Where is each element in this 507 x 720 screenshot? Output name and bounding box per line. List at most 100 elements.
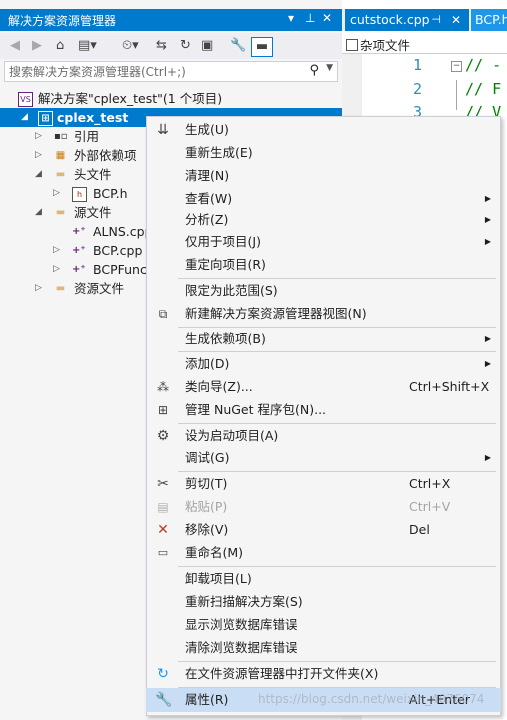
menu-item-remove[interactable]: ✕ 移除(V) Del (147, 519, 500, 541)
collapse-arrow-icon[interactable]: ▷ (53, 241, 60, 260)
code-line[interactable]: // - (465, 56, 501, 74)
menu-item-label: 粘贴(P) (185, 499, 228, 514)
tab-bcp-h[interactable]: BCP.h (471, 9, 507, 31)
cpp-file-icon: +⁺ (72, 226, 86, 237)
menu-item-label: 类向导(Z)... (185, 379, 253, 394)
watermark: https://blog.csdn.net/weixin_4076074 (258, 692, 485, 706)
menu-item-build[interactable]: ⇊ 生成(U) (147, 119, 500, 141)
panel-title: 解决方案资源管理器 (8, 14, 117, 28)
cpp-file-icon: +⁺ (72, 264, 86, 275)
menu-item-show-browse-errors[interactable]: 显示浏览数据库错误 (147, 614, 500, 636)
dropdown-icon[interactable]: ▾ (288, 11, 294, 25)
menu-item-label: 重新生成(E) (185, 145, 253, 160)
expand-arrow-icon[interactable]: ◢ (21, 108, 28, 127)
nuget-icon: ⊞ (157, 403, 169, 417)
remove-icon: ✕ (157, 522, 169, 538)
menu-item-label: 设为启动项目(A) (185, 428, 279, 443)
menu-item-class-wizard[interactable]: ⁂ 类向导(Z)... Ctrl+Shift+X (147, 376, 500, 398)
tab-label: BCP.h (475, 12, 507, 27)
menu-item-label: 属性(R) (185, 692, 229, 707)
fold-toggle-icon[interactable]: − (451, 61, 462, 72)
collapse-arrow-icon[interactable]: ▷ (53, 260, 60, 279)
menu-item-label: 重新扫描解决方案(S) (185, 594, 303, 609)
pending-changes-icon[interactable]: ⏲▾ (122, 37, 139, 55)
collapse-arrow-icon[interactable]: ▷ (35, 127, 42, 146)
menu-item-debug[interactable]: 调试(G) ▶ (147, 447, 500, 469)
menu-separator (178, 471, 496, 472)
tree-item-solution[interactable]: VS 解决方案"cplex_test"(1 个项目) (0, 89, 342, 108)
close-icon[interactable]: ✕ (451, 9, 461, 31)
menu-item-label: 重定向项目(R) (185, 257, 266, 272)
folder-icon: ▬ (55, 283, 66, 294)
tab-label: cutstock.cpp (350, 12, 430, 27)
solution-icon: VS (18, 92, 33, 107)
close-icon[interactable]: ✕ (322, 11, 332, 25)
properties-wrench-icon[interactable]: 🔧 (230, 37, 246, 55)
menu-item-unload[interactable]: 卸载项目(L) (147, 568, 500, 590)
menu-item-clean[interactable]: 清理(N) (147, 165, 500, 187)
menu-item-retarget[interactable]: 重定向项目(R) (147, 254, 500, 276)
header-file-icon: h (72, 187, 87, 202)
tree-item-label: 源文件 (74, 205, 112, 220)
menu-item-project-only[interactable]: 仅用于项目(J) ▶ (147, 231, 500, 253)
tree-item-label: BCP.cpp (93, 243, 143, 258)
menu-item-cut[interactable]: ✂ 剪切(T) Ctrl+X (147, 473, 500, 495)
back-icon[interactable]: ◀ (10, 37, 20, 55)
expand-arrow-icon[interactable]: ◢ (35, 203, 42, 222)
forward-icon[interactable]: ▶ (32, 37, 42, 55)
collapse-all-icon[interactable]: ▣ (201, 37, 213, 55)
code-line[interactable]: // F (465, 80, 501, 98)
menu-item-label: 查看(W) (185, 191, 233, 206)
menu-separator (178, 423, 496, 424)
fold-guide (456, 80, 457, 110)
menu-item-nuget[interactable]: ⊞ 管理 NuGet 程序包(N)... (147, 399, 500, 421)
sync-icon[interactable]: ⇆ (156, 37, 167, 55)
menu-item-add[interactable]: 添加(D) ▶ (147, 353, 500, 375)
pin-icon[interactable]: ⊥ (305, 11, 315, 25)
menu-item-label: 调试(G) (185, 450, 230, 465)
nav-misc-files[interactable]: 杂项文件 (346, 35, 410, 54)
menu-item-build-dependencies[interactable]: 生成依赖项(B) ▶ (147, 328, 500, 350)
menu-item-label: 清理(N) (185, 168, 230, 183)
menu-shortcut: Ctrl+V (409, 499, 451, 514)
editor-tab-strip: cutstock.cpp ⊣ ✕ BCP.h (342, 9, 507, 31)
menu-shortcut: Ctrl+Shift+X (409, 379, 490, 394)
menu-item-rescan[interactable]: 重新扫描解决方案(S) (147, 591, 500, 613)
switch-views-icon[interactable]: ▤▾ (78, 37, 97, 55)
menu-separator (178, 566, 496, 567)
search-options-icon[interactable]: ▼ (326, 63, 333, 73)
paste-icon: ▤ (157, 500, 169, 514)
menu-item-new-view[interactable]: ⧉ 新建解决方案资源管理器视图(N) (147, 303, 500, 325)
editor-nav-bar[interactable]: 杂项文件 (342, 33, 507, 54)
menu-shortcut: Ctrl+X (409, 476, 451, 491)
menu-item-open-folder[interactable]: ↻ 在文件资源管理器中打开文件夹(X) (147, 663, 500, 685)
menu-item-label: 移除(V) (185, 522, 229, 537)
menu-item-label: 限定为此范围(S) (185, 283, 278, 298)
expand-arrow-icon[interactable]: ◢ (35, 165, 42, 184)
collapse-arrow-icon[interactable]: ▷ (35, 146, 42, 165)
menu-item-rename[interactable]: ▭ 重命名(M) (147, 542, 500, 564)
external-deps-icon: ▦ (55, 150, 66, 161)
scissors-icon: ✂ (157, 476, 169, 492)
tree-item-label: 资源文件 (74, 281, 125, 296)
tab-cutstock[interactable]: cutstock.cpp ⊣ ✕ (345, 9, 469, 31)
pin-icon[interactable]: ⊣ (431, 9, 441, 31)
menu-item-scope-to-this[interactable]: 限定为此范围(S) (147, 280, 500, 302)
menu-item-analyze[interactable]: 分析(Z) ▶ (147, 209, 500, 231)
refresh-icon[interactable]: ↻ (180, 37, 191, 55)
home-icon[interactable]: ⌂ (56, 37, 64, 55)
tree-item-label: 引用 (74, 129, 100, 144)
menu-separator (178, 351, 496, 352)
menu-item-clear-browse-errors[interactable]: 清除浏览数据库错误 (147, 637, 500, 659)
menu-item-label: 管理 NuGet 程序包(N)... (185, 402, 327, 417)
search-icon[interactable]: ⚲ (309, 63, 319, 78)
menu-item-paste[interactable]: ▤ 粘贴(P) Ctrl+V (147, 496, 500, 518)
collapse-arrow-icon[interactable]: ▷ (35, 279, 42, 298)
menu-item-rebuild[interactable]: 重新生成(E) (147, 142, 500, 164)
menu-item-set-startup[interactable]: ⚙ 设为启动项目(A) (147, 425, 500, 447)
menu-item-view[interactable]: 查看(W) ▶ (147, 188, 500, 210)
preview-icon[interactable]: ▬ (251, 37, 273, 57)
search-input[interactable] (9, 63, 299, 80)
menu-item-label: 剪切(T) (185, 476, 228, 491)
collapse-arrow-icon[interactable]: ▷ (53, 184, 60, 203)
